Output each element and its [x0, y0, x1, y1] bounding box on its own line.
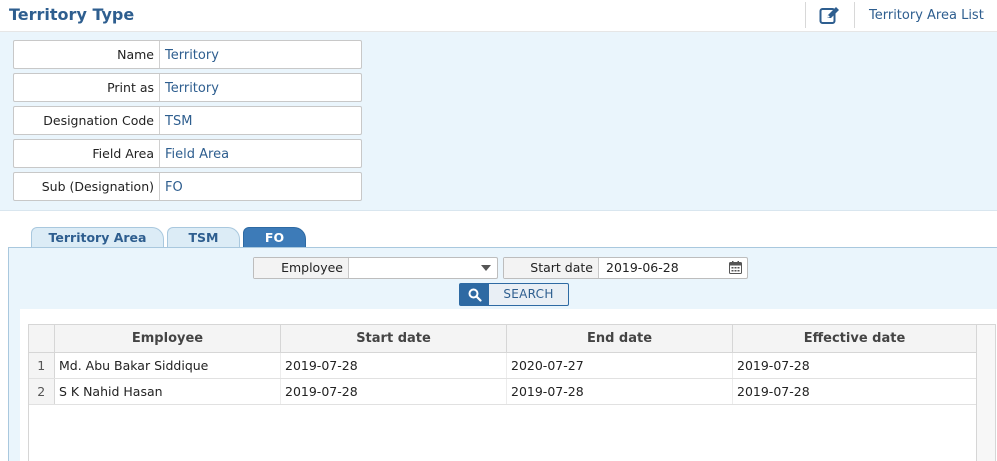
column-header-employee[interactable]: Employee — [54, 324, 281, 353]
header-divider — [854, 2, 855, 28]
field-value: FO — [165, 180, 183, 195]
field-label: Sub (Designation) — [14, 173, 160, 200]
edit-button[interactable] — [814, 2, 846, 28]
grid-scrollbar-track[interactable] — [976, 324, 996, 461]
field-label: Print as — [14, 74, 160, 101]
search-button[interactable]: SEARCH — [459, 283, 569, 306]
employee-cell[interactable]: S K Nahid Hasan — [54, 378, 281, 405]
row-number: 1 — [28, 352, 55, 379]
edit-icon — [819, 7, 839, 24]
page-title: Territory Type — [9, 5, 135, 24]
results-grid-container: Employee Start date End date Effective d… — [20, 309, 997, 461]
employee-cell[interactable]: Md. Abu Bakar Siddique — [54, 352, 281, 379]
employee-filter: Employee — [253, 257, 498, 279]
field-value: Territory — [165, 81, 219, 96]
end-date-cell[interactable]: 2020-07-27 — [506, 352, 733, 379]
details-panel: Name Territory Print as Territory Design… — [0, 32, 997, 211]
print-as-field: Print as Territory — [13, 73, 362, 102]
employee-select[interactable] — [349, 258, 496, 278]
start-date-cell[interactable]: 2019-07-28 — [280, 378, 507, 405]
column-header-effective-date[interactable]: Effective date — [732, 324, 977, 353]
end-date-cell[interactable]: 2019-07-28 — [506, 378, 733, 405]
table-row[interactable]: 1 Md. Abu Bakar Siddique 2019-07-28 2020… — [28, 352, 977, 379]
tab-fo[interactable]: FO — [243, 227, 306, 248]
column-header-start-date[interactable]: Start date — [280, 324, 507, 353]
search-icon-container — [460, 284, 489, 305]
header-divider — [805, 2, 806, 28]
tab-tsm[interactable]: TSM — [167, 227, 240, 248]
employee-filter-label: Employee — [254, 258, 349, 278]
field-label: Field Area — [14, 140, 160, 167]
start-date-filter-label: Start date — [504, 258, 599, 278]
calendar-icon[interactable] — [729, 261, 742, 274]
tab-territory-area[interactable]: Territory Area — [31, 227, 164, 248]
chevron-down-icon — [481, 265, 491, 271]
table-row[interactable]: 2 S K Nahid Hasan 2019-07-28 2019-07-28 … — [28, 378, 977, 405]
row-number-header — [28, 324, 55, 353]
field-area-field: Field Area Field Area — [13, 139, 362, 168]
start-date-cell[interactable]: 2019-07-28 — [280, 352, 507, 379]
field-label: Name — [14, 41, 160, 68]
name-field: Name Territory — [13, 40, 362, 69]
search-button-label: SEARCH — [503, 287, 554, 301]
territory-area-list-link[interactable]: Territory Area List — [869, 8, 984, 23]
field-value: Field Area — [165, 147, 230, 162]
sub-designation-field: Sub (Designation) FO — [13, 172, 362, 201]
field-value: Territory — [165, 48, 219, 63]
field-value: TSM — [165, 114, 193, 129]
fo-tab-panel: Employee Start date 2019-06-28 SEARCH Em… — [8, 247, 997, 461]
column-header-end-date[interactable]: End date — [506, 324, 733, 353]
grid-header-row: Employee Start date End date Effective d… — [28, 324, 977, 353]
start-date-input[interactable]: 2019-06-28 — [599, 258, 719, 278]
search-icon — [468, 288, 482, 302]
designation-code-field: Designation Code TSM — [13, 106, 362, 135]
effective-date-cell[interactable]: 2019-07-28 — [732, 378, 977, 405]
results-grid: Employee Start date End date Effective d… — [28, 324, 977, 405]
row-number: 2 — [28, 378, 55, 405]
start-date-filter: Start date 2019-06-28 — [503, 257, 748, 279]
page-header: Territory Type Territory Area List — [0, 0, 997, 32]
field-label: Designation Code — [14, 107, 160, 134]
effective-date-cell[interactable]: 2019-07-28 — [732, 352, 977, 379]
